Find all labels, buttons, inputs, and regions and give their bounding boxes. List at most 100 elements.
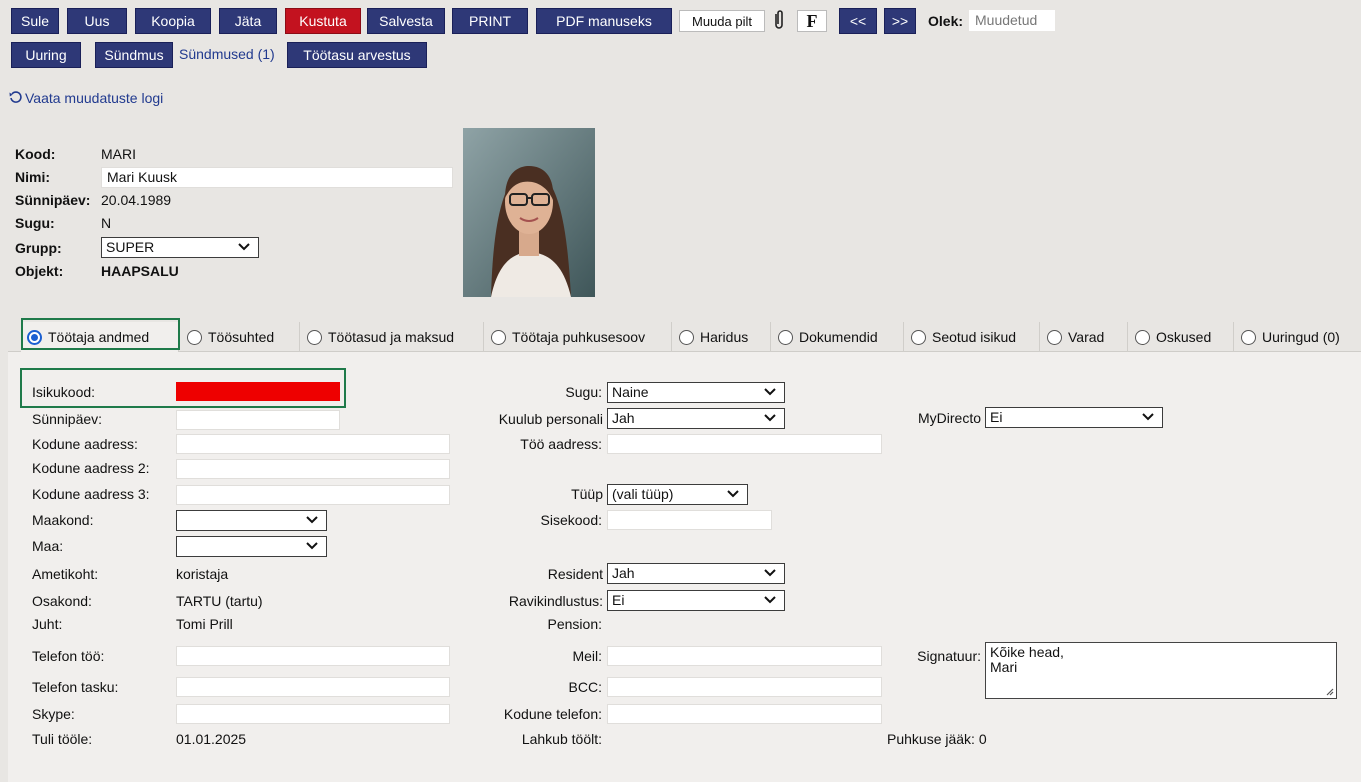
health-insurance-label: Ravikindlustus: bbox=[508, 593, 603, 609]
staff-member-select[interactable]: Jah bbox=[607, 408, 785, 429]
radio-icon bbox=[1241, 329, 1256, 345]
skype-label: Skype: bbox=[32, 706, 75, 722]
paperclip-icon[interactable] bbox=[771, 9, 787, 31]
tab-related-persons[interactable]: Seotud isikud bbox=[905, 322, 1040, 352]
tab-surveys[interactable]: Uuringud (0) bbox=[1235, 322, 1361, 352]
change-picture-button[interactable]: Muuda pilt bbox=[679, 10, 765, 32]
chevron-down-icon bbox=[306, 516, 318, 524]
group-select[interactable]: SUPER bbox=[101, 237, 259, 258]
events-link[interactable]: Sündmused (1) bbox=[179, 46, 275, 62]
home-address-input[interactable] bbox=[176, 434, 450, 454]
home-address-3-input[interactable] bbox=[176, 485, 450, 505]
name-label: Nimi: bbox=[15, 169, 50, 185]
radio-icon bbox=[307, 329, 322, 345]
signature-textarea[interactable]: Kõike head, Mari bbox=[985, 642, 1337, 699]
tab-vacation[interactable]: Töötaja puhkusesoov bbox=[485, 322, 672, 352]
chevron-down-icon bbox=[727, 490, 739, 498]
bcc-input[interactable] bbox=[607, 677, 882, 697]
gender-field-label: Sugu: bbox=[565, 384, 602, 400]
tab-label: Dokumendid bbox=[799, 329, 878, 345]
code-value: MARI bbox=[101, 146, 136, 162]
radio-icon bbox=[911, 329, 926, 345]
tab-skills[interactable]: Oskused bbox=[1129, 322, 1234, 352]
internal-code-label: Sisekood: bbox=[540, 512, 602, 528]
pdf-attach-button[interactable]: PDF manuseks bbox=[536, 8, 672, 34]
home-phone-input[interactable] bbox=[607, 704, 882, 724]
mydirecto-select[interactable]: Ei bbox=[985, 407, 1163, 428]
mobile-phone-label: Telefon tasku: bbox=[32, 679, 119, 695]
skype-input[interactable] bbox=[176, 704, 450, 724]
print-button[interactable]: PRINT bbox=[452, 8, 528, 34]
home-address-3-label: Kodune aadress 3: bbox=[32, 486, 150, 502]
manager-value: Tomi Prill bbox=[176, 616, 233, 632]
history-icon bbox=[9, 91, 22, 104]
status-field: Muudetud bbox=[969, 10, 1055, 31]
leaving-date-label: Lahkub töölt: bbox=[521, 731, 602, 747]
name-input[interactable]: Mari Kuusk bbox=[101, 167, 453, 188]
new-button[interactable]: Uus bbox=[67, 8, 127, 34]
next-button[interactable]: >> bbox=[884, 8, 916, 34]
birthday-label: Sünnipäev: bbox=[15, 192, 91, 208]
copy-button[interactable]: Koopia bbox=[135, 8, 211, 34]
staff-member-select-value: Jah bbox=[612, 410, 635, 426]
radio-icon bbox=[1135, 329, 1150, 345]
chevron-down-icon bbox=[1142, 413, 1154, 421]
bcc-label: BCC: bbox=[568, 679, 602, 695]
close-button[interactable]: Sule bbox=[11, 8, 59, 34]
tab-assets[interactable]: Varad bbox=[1041, 322, 1128, 352]
work-phone-input[interactable] bbox=[176, 646, 450, 666]
country-select[interactable] bbox=[176, 536, 327, 557]
id-code-input-redacted[interactable] bbox=[176, 382, 340, 401]
email-input[interactable] bbox=[607, 646, 882, 666]
tab-education[interactable]: Haridus bbox=[673, 322, 771, 352]
department-label: Osakond: bbox=[32, 593, 92, 609]
f-button[interactable]: F bbox=[797, 10, 827, 32]
tab-documents[interactable]: Dokumendid bbox=[772, 322, 904, 352]
mobile-phone-input[interactable] bbox=[176, 677, 450, 697]
group-label: Grupp: bbox=[15, 240, 62, 256]
work-address-input[interactable] bbox=[607, 434, 882, 454]
previous-button[interactable]: << bbox=[839, 8, 877, 34]
work-phone-label: Telefon töö: bbox=[32, 648, 105, 664]
position-label: Ametikoht: bbox=[32, 566, 99, 582]
tab-label: Haridus bbox=[700, 329, 749, 345]
start-date-value: 01.01.2025 bbox=[176, 731, 247, 747]
survey-button[interactable]: Uuring bbox=[11, 42, 81, 68]
chevron-down-icon bbox=[764, 596, 776, 604]
tab-label: Seotud isikud bbox=[932, 329, 1017, 345]
tab-salaries[interactable]: Töötasud ja maksud bbox=[301, 322, 484, 352]
birthday-input[interactable] bbox=[176, 410, 340, 430]
delete-button[interactable]: Kustuta bbox=[285, 8, 361, 34]
resident-select[interactable]: Jah bbox=[607, 563, 785, 584]
tab-label: Uuringud (0) bbox=[1262, 329, 1340, 345]
department-value: TARTU (tartu) bbox=[176, 593, 263, 609]
chevron-down-icon bbox=[306, 542, 318, 550]
gender-select[interactable]: Naine bbox=[607, 382, 785, 403]
tab-label: Töötaja puhkusesoov bbox=[512, 329, 646, 345]
tab-label: Töötasud ja maksud bbox=[328, 329, 455, 345]
tab-highlight bbox=[21, 318, 180, 350]
employee-photo bbox=[463, 128, 595, 297]
radio-icon bbox=[187, 329, 202, 345]
health-insurance-select[interactable]: Ei bbox=[607, 590, 785, 611]
home-address-2-input[interactable] bbox=[176, 459, 450, 479]
radio-icon bbox=[1047, 329, 1062, 345]
resize-handle-icon[interactable] bbox=[1324, 686, 1334, 696]
birthday-value: 20.04.1989 bbox=[101, 192, 172, 208]
pension-label: Pension: bbox=[547, 616, 602, 632]
cancel-button[interactable]: Jäta bbox=[219, 8, 277, 34]
radio-icon bbox=[778, 329, 793, 345]
home-address-label: Kodune aadress: bbox=[32, 436, 138, 452]
chevron-down-icon bbox=[764, 388, 776, 396]
payroll-button[interactable]: Töötasu arvestus bbox=[287, 42, 427, 68]
change-log-link[interactable]: Vaata muudatuste logi bbox=[25, 90, 163, 106]
county-select[interactable] bbox=[176, 510, 327, 531]
code-label: Kood: bbox=[15, 146, 56, 162]
birthday-field-label: Sünnipäev: bbox=[32, 411, 103, 427]
internal-code-input[interactable] bbox=[607, 510, 772, 530]
event-button[interactable]: Sündmus bbox=[95, 42, 173, 68]
type-select[interactable]: (vali tüüp) bbox=[607, 484, 748, 505]
tab-employment[interactable]: Töösuhted bbox=[181, 322, 300, 352]
signature-line-1: Kõike head, bbox=[990, 644, 1064, 660]
save-button[interactable]: Salvesta bbox=[367, 8, 445, 34]
